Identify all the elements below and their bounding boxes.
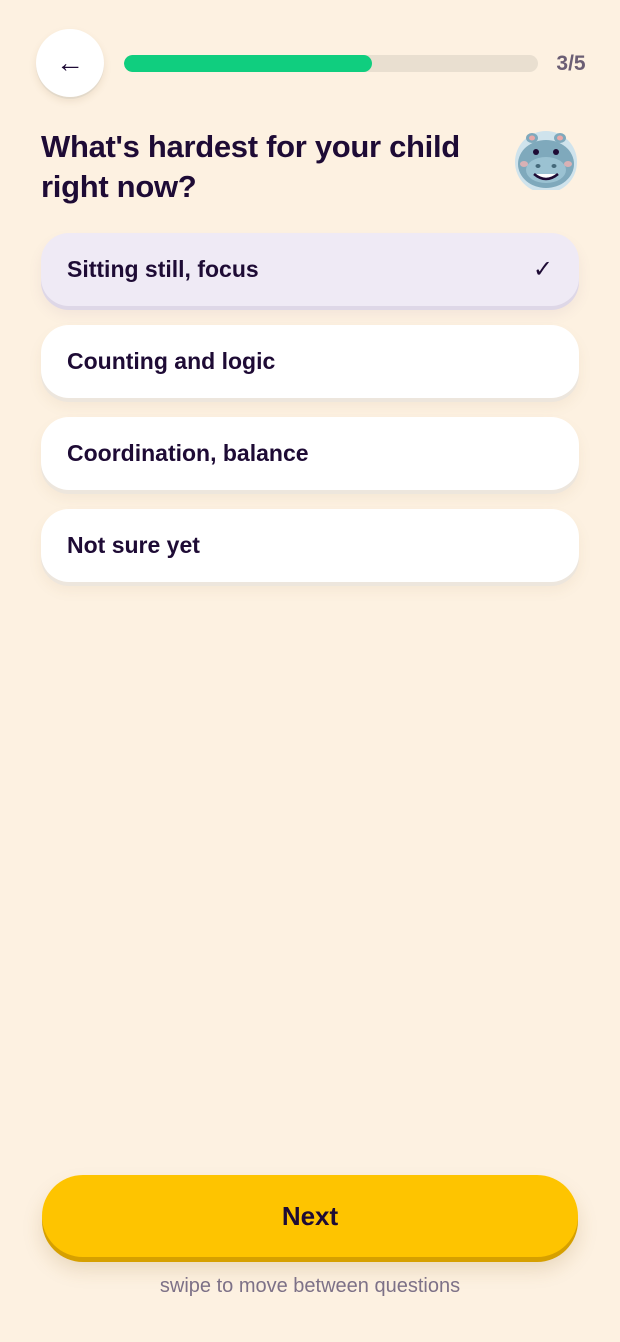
option-label: Sitting still, focus: [67, 256, 259, 282]
option-not-sure[interactable]: Not sure yet: [41, 509, 579, 582]
back-button[interactable]: ←: [36, 29, 104, 97]
swipe-hint: swipe to move between questions: [159, 1275, 461, 1297]
option-label: Coordination, balance: [67, 440, 309, 466]
option-label: Not sure yet: [67, 532, 200, 558]
progress-bar: [124, 55, 538, 72]
option-label: Counting and logic: [67, 348, 276, 374]
page-title: What's hardest for your child right now?: [41, 129, 460, 204]
left-arrow-icon: ←: [56, 47, 84, 78]
progress-fill: [124, 55, 373, 72]
checkmark-icon: ✓: [532, 256, 553, 283]
option-coordination-balance[interactable]: Coordination, balance: [41, 417, 579, 490]
answer-options: Sitting still, focus ✓ Counting and logi…: [41, 233, 579, 601]
step-counter: 3/5: [556, 52, 586, 75]
option-sitting-still[interactable]: Sitting still, focus ✓: [41, 233, 579, 306]
option-counting-logic[interactable]: Counting and logic: [41, 325, 579, 398]
next-button[interactable]: Next: [42, 1175, 578, 1257]
next-button-label: Next: [281, 1200, 339, 1231]
hippo-mascot-icon: [512, 128, 580, 193]
